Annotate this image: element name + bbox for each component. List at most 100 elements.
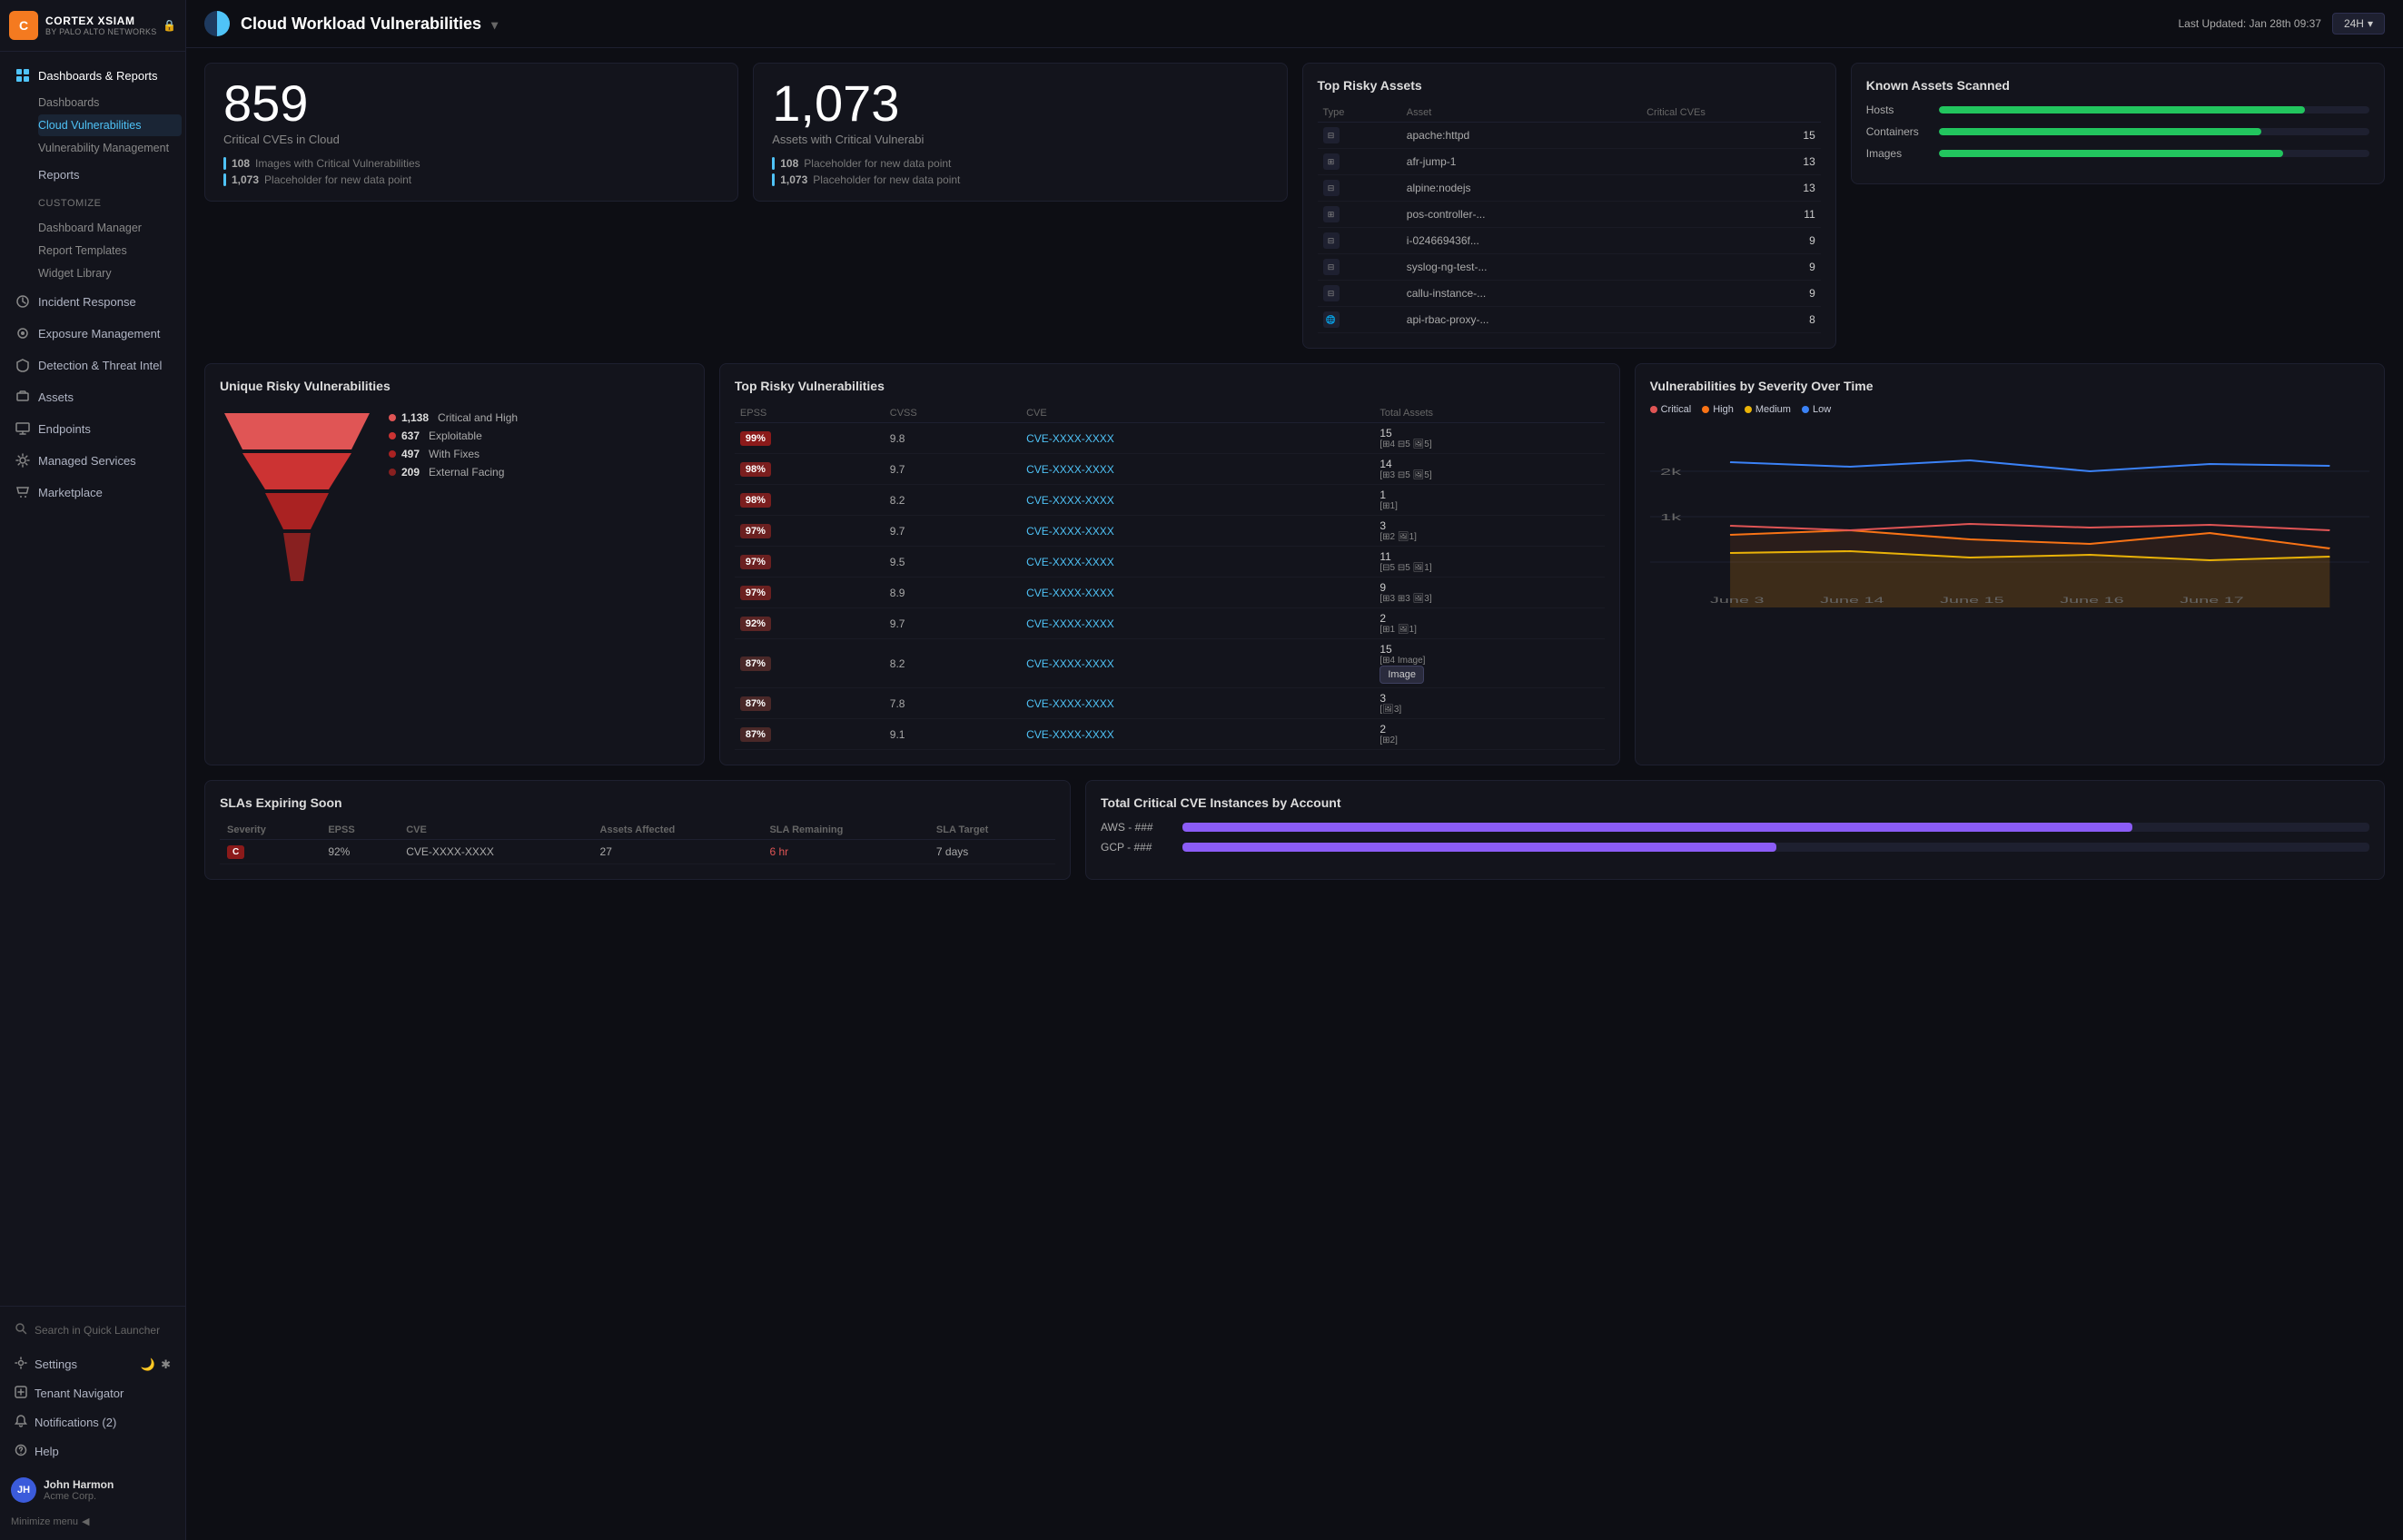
- funnel-item-exploitable: 637 Exploitable: [389, 429, 518, 442]
- detection-icon: [15, 357, 31, 373]
- vuln-cve[interactable]: CVE-XXXX-XXXX: [1021, 423, 1374, 454]
- vuln-cve[interactable]: CVE-XXXX-XXXX: [1021, 578, 1374, 608]
- asset-name[interactable]: afr-jump-1: [1401, 149, 1641, 175]
- assets-critical-sub-items: 108 Placeholder for new data point 1,073…: [772, 157, 1268, 186]
- bar-indicator-2: [223, 173, 226, 186]
- sidebar-item-dashboard-manager[interactable]: Dashboard Manager: [38, 217, 182, 239]
- vuln-cve[interactable]: CVE-XXXX-XXXX: [1021, 688, 1374, 719]
- col-asset: Asset: [1401, 104, 1641, 123]
- quick-launcher-search[interactable]: Search in Quick Launcher: [4, 1315, 182, 1345]
- table-row: 98% 9.7 CVE-XXXX-XXXX 14 [⊞3 ⊟5 🖼5]: [735, 454, 1605, 485]
- vuln-cve[interactable]: CVE-XXXX-XXXX: [1021, 719, 1374, 750]
- quick-launcher-label: Search in Quick Launcher: [35, 1324, 160, 1337]
- vuln-cve[interactable]: CVE-XXXX-XXXX: [1021, 547, 1374, 578]
- sidebar-item-help[interactable]: Help: [4, 1437, 182, 1466]
- time-range-button[interactable]: 24H ▾: [2332, 13, 2385, 35]
- asset-name[interactable]: api-rbac-proxy-...: [1401, 307, 1641, 333]
- asset-icons: [⊞4 ⊟5 🖼5]: [1380, 439, 1598, 449]
- sidebar-item-dashboards-reports[interactable]: Dashboards & Reports: [4, 60, 182, 91]
- funnel-label-1: Critical and High: [438, 411, 518, 424]
- user-name: John Harmon: [44, 1478, 174, 1491]
- notifications-icon: [15, 1415, 27, 1430]
- dark-mode-icon[interactable]: 🌙: [141, 1357, 155, 1372]
- vuln-cve[interactable]: CVE-XXXX-XXXX: [1021, 516, 1374, 547]
- page-title-caret[interactable]: ▾: [491, 17, 498, 32]
- exposure-management-label: Exposure Management: [38, 327, 160, 341]
- vuln-cve[interactable]: CVE-XXXX-XXXX: [1021, 454, 1374, 485]
- asset-tooltip: Image: [1380, 666, 1424, 684]
- epss-badge: 97%: [740, 524, 771, 538]
- col-cvss: CVSS: [885, 404, 1021, 423]
- user-avatar: JH: [11, 1477, 36, 1503]
- vuln-total: 9 [⊞3 ⊞3 🖼3]: [1374, 578, 1604, 608]
- col-total-assets: Total Assets: [1374, 404, 1604, 423]
- funnel-container: 1,138 Critical and High 637 Exploitable …: [220, 404, 689, 613]
- stat-card-critical-cves: 859 Critical CVEs in Cloud 108 Images wi…: [204, 63, 738, 202]
- sidebar-item-vulnerability-management[interactable]: Vulnerability Management: [38, 137, 182, 159]
- sidebar-item-notifications[interactable]: Notifications (2): [4, 1408, 182, 1436]
- vuln-cve[interactable]: CVE-XXXX-XXXX: [1021, 608, 1374, 639]
- sidebar-item-assets[interactable]: Assets: [4, 381, 182, 412]
- sidebar-item-reports[interactable]: Reports: [4, 161, 182, 189]
- sidebar-item-exposure-management[interactable]: Exposure Management: [4, 318, 182, 349]
- vuln-cve[interactable]: CVE-XXXX-XXXX: [1021, 639, 1374, 688]
- vuln-total: 15 [⊞4 ⊟5 🖼5]: [1374, 423, 1604, 454]
- assets-sub2-label: Placeholder for new data point: [813, 173, 960, 186]
- sidebar-item-managed-services[interactable]: Managed Services: [4, 445, 182, 476]
- sla-cve: CVE-XXXX-XXXX: [399, 840, 592, 864]
- bar-indicator: [223, 157, 226, 170]
- epss-badge: 92%: [740, 617, 771, 631]
- asset-name[interactable]: pos-controller-...: [1401, 202, 1641, 228]
- vuln-epss: 99%: [735, 423, 885, 454]
- account-label: AWS - ###: [1101, 821, 1173, 834]
- exposure-management-icon: [15, 325, 31, 341]
- sidebar-item-tenant-navigator[interactable]: Tenant Navigator: [4, 1379, 182, 1407]
- sidebar-item-endpoints[interactable]: Endpoints: [4, 413, 182, 444]
- sidebar-item-detection-threat-intel[interactable]: Detection & Threat Intel: [4, 350, 182, 380]
- epss-badge: 99%: [740, 431, 771, 446]
- asset-name[interactable]: i-024669436f...: [1401, 228, 1641, 254]
- sla-col-target: SLA Target: [929, 821, 1055, 840]
- asset-type-icon: ⊟: [1323, 285, 1340, 301]
- sub1-label: Images with Critical Vulnerabilities: [255, 157, 420, 170]
- col-critical-cves: Critical CVEs: [1641, 104, 1821, 123]
- minimize-menu-button[interactable]: Minimize menu ◀: [0, 1510, 185, 1533]
- user-profile[interactable]: JH John Harmon Acme Corp.: [0, 1470, 185, 1510]
- help-icon: [15, 1444, 27, 1459]
- critical-cves-sub-items: 108 Images with Critical Vulnerabilities…: [223, 157, 719, 186]
- asset-icons: [🖼3]: [1380, 705, 1598, 715]
- svg-text:June 3: June 3: [1710, 596, 1764, 605]
- top-vulns-title: Top Risky Vulnerabilities: [735, 379, 1605, 393]
- asset-name[interactable]: syslog-ng-test-...: [1401, 254, 1641, 281]
- vuln-cve[interactable]: CVE-XXXX-XXXX: [1021, 485, 1374, 516]
- light-mode-icon[interactable]: ✱: [161, 1357, 171, 1372]
- sidebar-item-marketplace[interactable]: Marketplace: [4, 477, 182, 508]
- sub1-count: 108: [232, 157, 250, 170]
- sidebar-item-settings[interactable]: Settings 🌙 ✱: [4, 1350, 182, 1378]
- asset-name[interactable]: apache:httpd: [1401, 123, 1641, 149]
- sidebar-item-report-templates[interactable]: Report Templates: [38, 240, 182, 262]
- vuln-total: 3 [🖼3]: [1374, 688, 1604, 719]
- sidebar-item-dashboards[interactable]: Dashboards: [38, 92, 182, 114]
- sidebar-item-cloud-vulnerabilities[interactable]: Cloud Vulnerabilities: [38, 114, 182, 136]
- known-assets-bars: Hosts Containers Images: [1866, 104, 2369, 160]
- table-row: 97% 9.5 CVE-XXXX-XXXX 11 [⊟5 ⊟5 🖼1]: [735, 547, 1605, 578]
- vuln-cvss: 9.7: [885, 454, 1021, 485]
- asset-icons: [⊞4 Image]: [1380, 656, 1598, 666]
- marketplace-label: Marketplace: [38, 486, 103, 499]
- known-assets-card: Known Assets Scanned Hosts Containers Im…: [1851, 63, 2385, 184]
- nav-section-reports: Reports: [0, 161, 185, 189]
- asset-name[interactable]: alpine:nodejs: [1401, 175, 1641, 202]
- sidebar-item-widget-library[interactable]: Widget Library: [38, 262, 182, 284]
- legend-dot-critical: [1650, 406, 1657, 413]
- customize-submenu: Dashboard Manager Report Templates Widge…: [0, 217, 185, 284]
- funnel-dot-1: [389, 414, 396, 421]
- sla-remaining: 6 hr: [762, 840, 928, 864]
- assets-sub2: 1,073 Placeholder for new data point: [772, 173, 1268, 186]
- managed-services-label: Managed Services: [38, 454, 136, 468]
- sub2-count: 1,073: [232, 173, 259, 186]
- asset-name[interactable]: callu-instance-...: [1401, 281, 1641, 307]
- vuln-total: 11 [⊟5 ⊟5 🖼1]: [1374, 547, 1604, 578]
- vuln-cvss: 9.5: [885, 547, 1021, 578]
- sidebar-item-incident-response[interactable]: Incident Response: [4, 286, 182, 317]
